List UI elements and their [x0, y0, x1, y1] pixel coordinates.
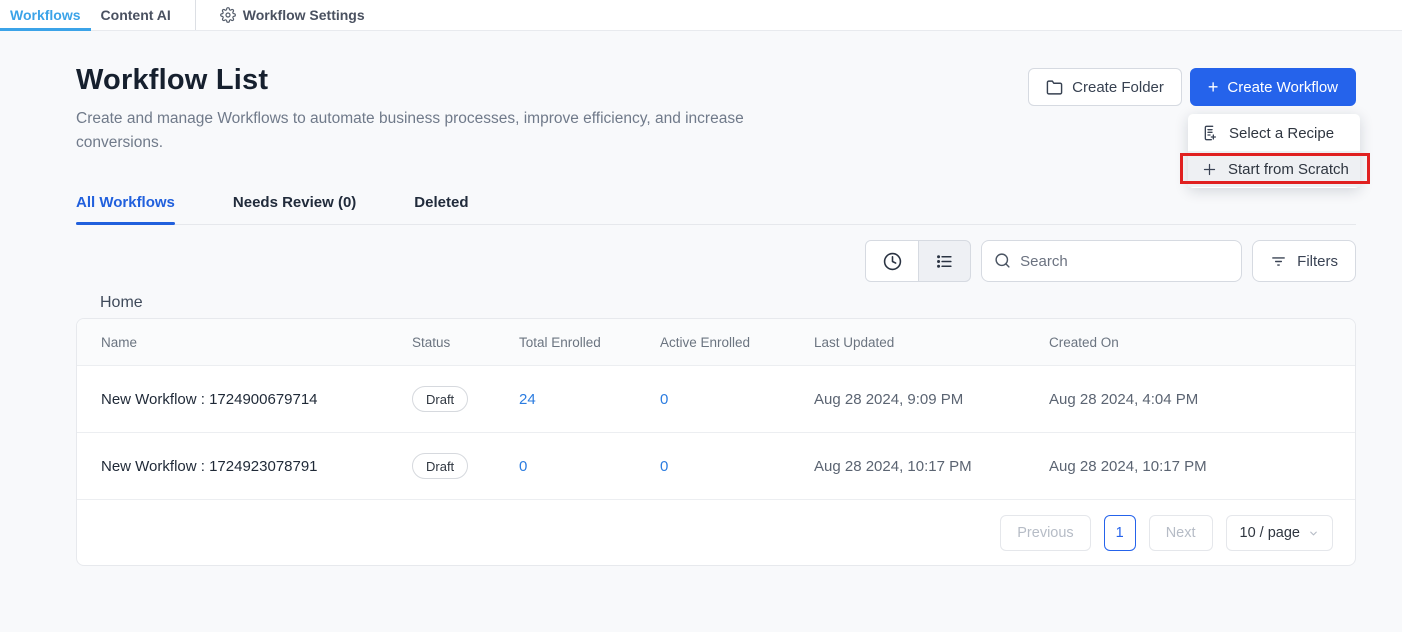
table-header-row: Name Status Total Enrolled Active Enroll…: [77, 319, 1355, 366]
created-on-value: Aug 28 2024, 4:04 PM: [1049, 391, 1301, 408]
next-page-button[interactable]: Next: [1149, 515, 1213, 551]
search-input[interactable]: [981, 240, 1242, 282]
tab-needs-review[interactable]: Needs Review (0): [233, 194, 356, 224]
breadcrumb[interactable]: Home: [100, 294, 143, 312]
active-enrolled-link[interactable]: 0: [660, 458, 668, 475]
filter-icon: [1270, 253, 1287, 270]
workflow-table: Name Status Total Enrolled Active Enroll…: [76, 318, 1356, 566]
folder-icon: [1046, 79, 1063, 96]
menu-item-start-from-scratch-label: Start from Scratch: [1228, 161, 1349, 178]
top-navigation: Workflows Content AI Workflow Settings: [0, 0, 1402, 31]
filters-button[interactable]: Filters: [1252, 240, 1356, 282]
last-updated-value: Aug 28 2024, 9:09 PM: [814, 391, 1049, 408]
header-actions: Create Folder + Create Workflow: [1028, 68, 1356, 106]
history-view-button[interactable]: [866, 241, 918, 281]
page-header: Workflow List Create and manage Workflow…: [76, 64, 821, 155]
search-icon: [994, 252, 1011, 269]
column-header-status: Status: [412, 335, 519, 350]
gear-icon: [220, 7, 236, 23]
list-view-button[interactable]: [918, 241, 970, 281]
table-row[interactable]: New Workflow : 1724900679714 Draft 24 0 …: [77, 366, 1355, 433]
menu-item-select-a-recipe[interactable]: Select a Recipe: [1188, 115, 1360, 151]
breadcrumb-home-label: Home: [100, 294, 143, 311]
status-badge: Draft: [412, 453, 468, 479]
previous-page-button[interactable]: Previous: [1000, 515, 1090, 551]
column-header-total-enrolled: Total Enrolled: [519, 335, 660, 350]
tab-deleted-label: Deleted: [414, 194, 468, 211]
plus-icon: [1202, 162, 1217, 177]
nav-tab-workflows-label: Workflows: [10, 7, 81, 23]
page-title: Workflow List: [76, 64, 821, 97]
total-enrolled-link[interactable]: 0: [519, 458, 527, 475]
view-toggle: [865, 240, 971, 282]
workflow-name[interactable]: New Workflow : 1724923078791: [101, 458, 412, 475]
column-header-active-enrolled: Active Enrolled: [660, 335, 814, 350]
workflow-filter-tabs: All Workflows Needs Review (0) Deleted: [76, 194, 1356, 225]
table-row[interactable]: New Workflow : 1724923078791 Draft 0 0 A…: [77, 433, 1355, 500]
create-workflow-menu: Select a Recipe Start from Scratch: [1188, 114, 1360, 188]
create-workflow-button[interactable]: + Create Workflow: [1190, 68, 1356, 106]
tab-needs-review-label: Needs Review (0): [233, 194, 356, 211]
column-header-created-on: Created On: [1049, 335, 1301, 350]
page-number-button[interactable]: 1: [1104, 515, 1136, 551]
total-enrolled-link[interactable]: 24: [519, 391, 536, 408]
column-header-last-updated: Last Updated: [814, 335, 1049, 350]
recipe-icon: [1202, 125, 1218, 141]
tab-all-workflows[interactable]: All Workflows: [76, 194, 175, 224]
clock-icon: [883, 252, 902, 271]
nav-workflow-settings-label: Workflow Settings: [243, 7, 365, 23]
create-folder-label: Create Folder: [1072, 79, 1164, 96]
nav-tab-workflows[interactable]: Workflows: [0, 0, 91, 30]
nav-tab-content-ai[interactable]: Content AI: [91, 0, 181, 30]
chevron-down-icon: [1308, 528, 1319, 539]
workflow-name[interactable]: New Workflow : 1724900679714: [101, 391, 412, 408]
list-icon: [935, 252, 954, 271]
status-badge: Draft: [412, 386, 468, 412]
nav-workflow-settings[interactable]: Workflow Settings: [210, 0, 375, 30]
column-header-name: Name: [101, 335, 412, 350]
create-workflow-label: Create Workflow: [1227, 79, 1338, 96]
nav-divider: [195, 0, 196, 30]
page-subtitle: Create and manage Workflows to automate …: [76, 107, 821, 155]
list-toolbar: Filters: [865, 240, 1356, 282]
search-box: [981, 240, 1242, 282]
tab-deleted[interactable]: Deleted: [414, 194, 468, 224]
plus-icon: +: [1208, 78, 1219, 96]
nav-tab-content-ai-label: Content AI: [101, 7, 171, 23]
active-enrolled-link[interactable]: 0: [660, 391, 668, 408]
filters-label: Filters: [1297, 253, 1338, 270]
page-size-select[interactable]: 10 / page: [1226, 515, 1333, 551]
page-size-label: 10 / page: [1240, 525, 1300, 541]
last-updated-value: Aug 28 2024, 10:17 PM: [814, 458, 1049, 475]
created-on-value: Aug 28 2024, 10:17 PM: [1049, 458, 1301, 475]
create-folder-button[interactable]: Create Folder: [1028, 68, 1182, 106]
menu-item-start-from-scratch[interactable]: Start from Scratch: [1188, 151, 1360, 187]
menu-item-select-a-recipe-label: Select a Recipe: [1229, 125, 1334, 142]
pagination: Previous 1 Next 10 / page: [77, 500, 1355, 566]
tab-all-workflows-label: All Workflows: [76, 194, 175, 211]
